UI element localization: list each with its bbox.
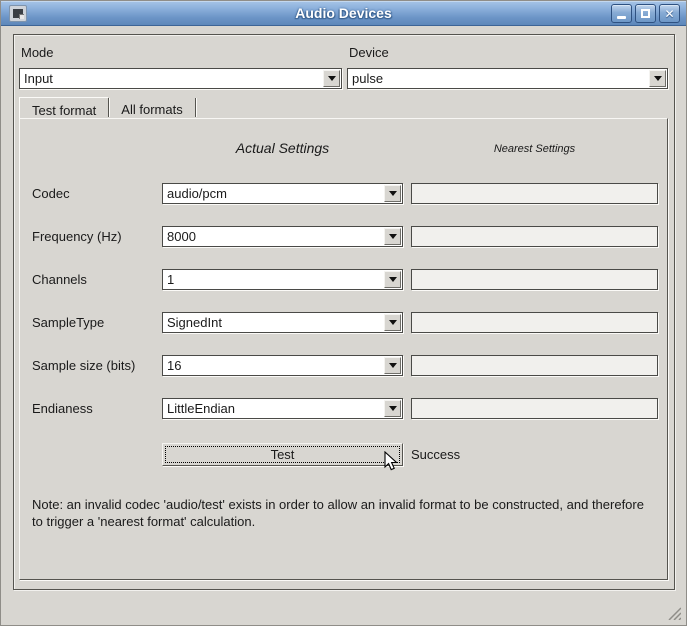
nearest-settings-header: Nearest Settings <box>411 143 658 155</box>
resize-grip[interactable] <box>666 605 681 620</box>
codec-select-value: audio/pcm <box>163 186 384 201</box>
actual-settings-header: Actual Settings <box>162 140 403 156</box>
device-label: Device <box>349 45 389 60</box>
maximize-button[interactable] <box>635 4 656 23</box>
sampletype-select[interactable]: SignedInt <box>162 312 403 333</box>
frequency-label: Frequency (Hz) <box>32 229 122 244</box>
endianess-select-value: LittleEndian <box>163 401 384 416</box>
frequency-select[interactable]: 8000 <box>162 226 403 247</box>
endianess-nearest-field <box>411 398 658 419</box>
chevron-down-icon[interactable] <box>384 271 401 288</box>
sample-size-select-value: 16 <box>163 358 384 373</box>
tab-separator <box>195 98 196 117</box>
codec-nearest-field <box>411 183 658 204</box>
channels-select-value: 1 <box>163 272 384 287</box>
minimize-icon <box>617 16 626 19</box>
maximize-icon <box>641 9 650 18</box>
mouse-cursor <box>384 451 400 473</box>
test-button[interactable]: Test <box>162 443 403 466</box>
sample-size-label: Sample size (bits) <box>32 358 135 373</box>
mode-select-value: Input <box>20 71 323 86</box>
note-text: Note: an invalid codec 'audio/test' exis… <box>32 496 652 530</box>
chevron-down-icon[interactable] <box>384 357 401 374</box>
sample-size-nearest-field <box>411 355 658 376</box>
endianess-label: Endianess <box>32 401 93 416</box>
sampletype-select-value: SignedInt <box>163 315 384 330</box>
codec-select[interactable]: audio/pcm <box>162 183 403 204</box>
close-button[interactable]: ✕ <box>659 4 680 23</box>
chevron-down-icon[interactable] <box>384 314 401 331</box>
channels-nearest-field <box>411 269 658 290</box>
chevron-down-icon[interactable] <box>384 400 401 417</box>
mode-label: Mode <box>21 45 54 60</box>
tab-test-format[interactable]: Test format <box>19 97 108 119</box>
test-status: Success <box>411 447 460 462</box>
sample-size-select[interactable]: 16 <box>162 355 403 376</box>
audio-devices-window: Audio Devices ✕ Mode Input Device pulse … <box>0 0 687 626</box>
close-icon: ✕ <box>664 8 674 20</box>
chevron-down-icon[interactable] <box>649 70 666 87</box>
minimize-button[interactable] <box>611 4 632 23</box>
endianess-select[interactable]: LittleEndian <box>162 398 403 419</box>
mode-select[interactable]: Input <box>19 68 342 89</box>
channels-label: Channels <box>32 272 87 287</box>
frequency-select-value: 8000 <box>163 229 384 244</box>
device-select-value: pulse <box>348 71 649 86</box>
tab-all-formats[interactable]: All formats <box>109 97 194 119</box>
chevron-down-icon[interactable] <box>323 70 340 87</box>
titlebar[interactable]: Audio Devices ✕ <box>1 1 686 26</box>
chevron-down-icon[interactable] <box>384 185 401 202</box>
test-format-pane: Actual Settings Nearest Settings Codec a… <box>19 118 668 580</box>
window-title: Audio Devices <box>1 5 686 21</box>
codec-label: Codec <box>32 186 70 201</box>
tabbar: Test format All formats <box>19 97 196 119</box>
device-select[interactable]: pulse <box>347 68 668 89</box>
channels-select[interactable]: 1 <box>162 269 403 290</box>
app-window-icon[interactable] <box>9 5 27 22</box>
frequency-nearest-field <box>411 226 658 247</box>
chevron-down-icon[interactable] <box>384 228 401 245</box>
sampletype-label: SampleType <box>32 315 104 330</box>
sampletype-nearest-field <box>411 312 658 333</box>
